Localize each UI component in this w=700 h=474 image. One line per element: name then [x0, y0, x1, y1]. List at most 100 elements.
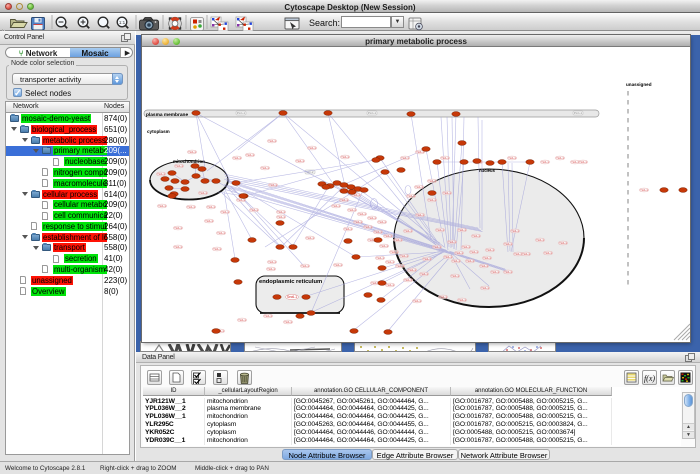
svg-text:Ym1-1: Ym1-1 [416, 213, 424, 217]
svg-text:Ym1-1: Ym1-1 [420, 272, 428, 276]
svg-text:Ym1-1: Ym1-1 [384, 234, 392, 238]
svg-text:endoplasmic reticulum: endoplasmic reticulum [259, 279, 322, 285]
svg-text:Ym1-1: Ym1-1 [504, 242, 512, 246]
svg-text:Ym1-1: Ym1-1 [358, 212, 366, 216]
svg-text:Ym1-1: Ym1-1 [217, 231, 225, 235]
svg-text:Ym1-1: Ym1-1 [187, 205, 195, 209]
svg-text:Ym1-1: Ym1-1 [221, 210, 229, 214]
svg-text:Ym1-1: Ym1-1 [544, 251, 552, 255]
svg-text:plasma membrane: plasma membrane [146, 112, 188, 118]
svg-text:Ym1-1: Ym1-1 [277, 215, 285, 219]
svg-text:Ym1-1: Ym1-1 [443, 191, 451, 195]
svg-text:Ym1-1: Ym1-1 [559, 241, 567, 245]
svg-text:Ym1-1: Ym1-1 [441, 156, 449, 160]
svg-text:Ym1-1: Ym1-1 [448, 240, 456, 244]
svg-text:Ym1-1: Ym1-1 [268, 139, 276, 143]
svg-text:Ym1-1: Ym1-1 [458, 228, 466, 232]
svg-text:Ym1-1: Ym1-1 [269, 183, 277, 187]
svg-text:Ym1-1: Ym1-1 [332, 204, 340, 208]
svg-text:Ym1-1: Ym1-1 [452, 259, 460, 263]
svg-text:Ym1-1: Ym1-1 [423, 257, 431, 261]
svg-text:Ym1-1: Ym1-1 [400, 254, 408, 258]
svg-text:Ym1-1: Ym1-1 [386, 260, 394, 264]
svg-text:cytoplasm: cytoplasm [147, 129, 170, 134]
svg-text:Ym1-1: Ym1-1 [541, 160, 549, 164]
svg-text:Ym1-1: Ym1-1 [267, 267, 275, 271]
svg-text:Ym1-1: Ym1-1 [188, 150, 196, 154]
svg-text:Ym1-1: Ym1-1 [466, 259, 474, 263]
svg-text:Ym1-1: Ym1-1 [261, 166, 269, 170]
svg-text:Ym1-1: Ym1-1 [444, 255, 452, 259]
svg-text:Ym1-1: Ym1-1 [508, 156, 516, 160]
svg-text:Ym1-1: Ym1-1 [380, 244, 388, 248]
svg-text:Ym1-1: Ym1-1 [246, 153, 254, 157]
svg-text:Ym1-1: Ym1-1 [205, 219, 213, 223]
svg-text:Ym1-1: Ym1-1 [491, 270, 499, 274]
svg-text:Ym1-1: Ym1-1 [486, 248, 494, 252]
svg-text:Ym1-1: Ym1-1 [334, 263, 342, 267]
svg-text:Ym1-1: Ym1-1 [401, 156, 409, 160]
svg-text:Ym1-1: Ym1-1 [436, 228, 444, 232]
svg-text:Ym1-1: Ym1-1 [394, 238, 402, 242]
svg-text:Ym1-1: Ym1-1 [455, 251, 463, 255]
svg-text:Pm1-1: Pm1-1 [574, 111, 583, 115]
svg-text:Ym1-1: Ym1-1 [238, 318, 246, 322]
svg-text:Ym1-1: Ym1-1 [536, 238, 544, 242]
svg-text:Ym1-1: Ym1-1 [199, 191, 207, 195]
svg-text:Ym1-1: Ym1-1 [458, 298, 466, 302]
svg-text:Ym1-1: Ym1-1 [376, 256, 384, 260]
svg-text:Ym1-1: Ym1-1 [364, 225, 372, 229]
svg-text:Ym1-1: Ym1-1 [174, 226, 182, 230]
svg-text:Ym1-1: Ym1-1 [301, 264, 309, 268]
svg-text:Ym1-1: Ym1-1 [213, 247, 221, 251]
svg-text:Ym1-1: Ym1-1 [233, 156, 241, 160]
svg-text:Ym1-1: Ym1-1 [368, 216, 376, 220]
svg-text:f(x): f(x) [644, 374, 655, 383]
svg-text:Ym1-1: Ym1-1 [207, 205, 215, 209]
svg-text:Ym1-1: Ym1-1 [157, 172, 165, 176]
svg-text:Ym1-1: Ym1-1 [296, 159, 304, 163]
svg-text:Ym1-1: Ym1-1 [407, 194, 415, 198]
svg-text:Ym1-1: Ym1-1 [404, 278, 412, 282]
svg-text:Ym1-1: Ym1-1 [344, 227, 352, 231]
svg-text:nucleus: nucleus [479, 168, 495, 173]
svg-text:Ym1-1: Ym1-1 [308, 146, 316, 150]
svg-text:Ym1-1: Ym1-1 [462, 245, 470, 249]
svg-text:Ym1-1: Ym1-1 [433, 245, 441, 249]
svg-text:Ym1-1: Ym1-1 [483, 256, 491, 260]
svg-text:Ym1-1: Ym1-1 [451, 274, 459, 278]
svg-text:Ym1-1: Ym1-1 [640, 188, 648, 192]
svg-text:Ym1-1: Ym1-1 [522, 252, 530, 256]
svg-text:Ym1-1: Ym1-1 [348, 208, 356, 212]
svg-text:Ym1-1: Ym1-1 [472, 234, 480, 238]
svg-text:Sec6-1: Sec6-1 [287, 295, 297, 299]
svg-text:Ym1-1: Ym1-1 [413, 299, 421, 303]
svg-text:Ym1-1: Ym1-1 [404, 229, 412, 233]
svg-text:Ym1-1: Ym1-1 [511, 229, 519, 233]
svg-text:Ym1-1: Ym1-1 [428, 198, 436, 202]
svg-text:1:1: 1:1 [119, 20, 126, 25]
svg-text:Ym1-1: Ym1-1 [341, 155, 349, 159]
svg-text:Ym1-1: Ym1-1 [374, 230, 382, 234]
svg-text:Ym1-1: Ym1-1 [481, 286, 489, 290]
svg-text:Ym1-1: Ym1-1 [175, 164, 183, 168]
svg-text:Ym1-1: Ym1-1 [354, 220, 362, 224]
svg-text:Ym1-1: Ym1-1 [174, 245, 182, 249]
svg-text:Ym1-1: Ym1-1 [480, 264, 488, 268]
svg-text:Ym1-1: Ym1-1 [277, 210, 285, 214]
svg-text:Ym1-1: Ym1-1 [250, 208, 258, 212]
svg-text:Ym1-1: Ym1-1 [264, 314, 272, 318]
svg-text:Ym1-1: Ym1-1 [340, 198, 348, 202]
svg-text:Pm1-1: Pm1-1 [368, 111, 377, 115]
svg-text:Ym1-1: Ym1-1 [386, 283, 394, 287]
svg-text:Ym1-1: Ym1-1 [504, 270, 512, 274]
svg-text:Ym1-1: Ym1-1 [470, 250, 478, 254]
svg-text:Pm1-1: Pm1-1 [237, 111, 246, 115]
svg-text:Ym1-1: Ym1-1 [579, 160, 587, 164]
svg-text:Ym1-1: Ym1-1 [390, 250, 398, 254]
svg-text:unassigned: unassigned [626, 82, 652, 87]
svg-text:Ym1-1: Ym1-1 [268, 260, 276, 264]
svg-text:Ym1-1: Ym1-1 [158, 204, 166, 208]
svg-text:Ym1-1: Ym1-1 [396, 264, 404, 268]
svg-text:Ym1-1: Ym1-1 [556, 156, 564, 160]
